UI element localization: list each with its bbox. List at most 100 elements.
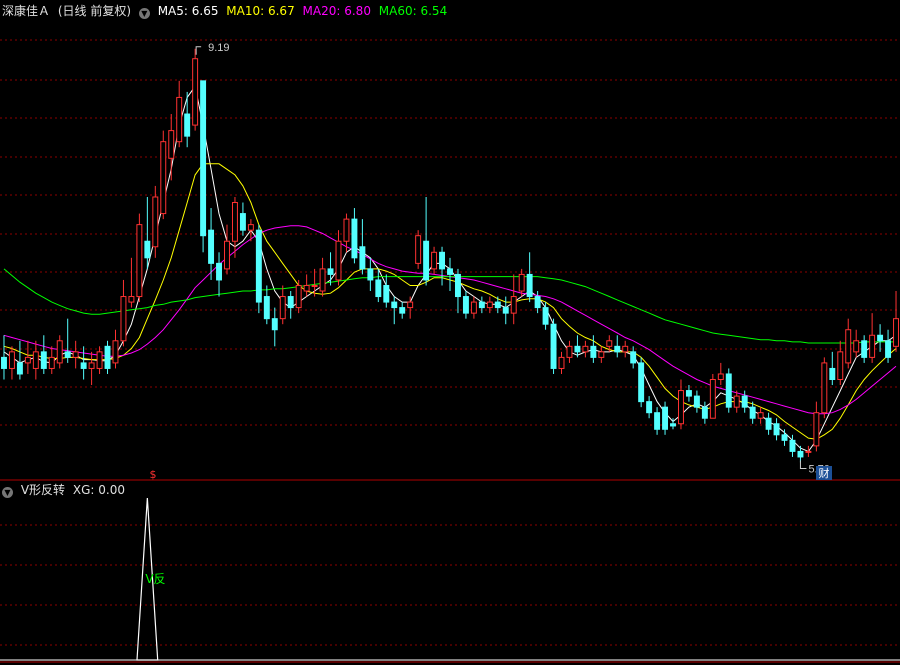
- indicator-header: ▼ V形反转 XG: 0.00: [2, 481, 129, 499]
- candle-body-up: [606, 340, 613, 347]
- candle-body-down: [16, 362, 23, 375]
- candle-body-down: [701, 406, 708, 419]
- candlestick: [813, 401, 820, 452]
- candle-body-down: [749, 406, 756, 419]
- candlestick: [630, 346, 637, 369]
- candlestick: [319, 257, 326, 297]
- candle-body-down: [526, 273, 533, 298]
- main-chart-header: 深康佳Ａ (日线 前复权) ▼ MA5: 6.65 MA10: 6.67 MA2…: [2, 2, 451, 20]
- v-reversal-signal-label: V反: [145, 572, 165, 586]
- candle-body-down: [478, 301, 485, 309]
- candle-body-down: [239, 213, 246, 231]
- candlestick: [32, 340, 39, 380]
- chevron-down-icon[interactable]: ▼: [138, 8, 150, 19]
- candlestick: [805, 445, 812, 457]
- candlestick: [685, 385, 692, 402]
- candlestick: [335, 230, 342, 286]
- candlestick: [638, 357, 645, 408]
- candlestick: [176, 80, 183, 148]
- candle-body-up: [733, 395, 740, 408]
- candle-body-down: [765, 417, 772, 430]
- candlestick: [255, 224, 262, 314]
- candle-body-down: [208, 229, 215, 264]
- candlestick: [582, 340, 589, 358]
- candle-body-down: [685, 390, 692, 397]
- candlestick: [80, 346, 87, 380]
- candlestick: [741, 390, 748, 413]
- candlestick: [287, 291, 294, 319]
- candlestick: [757, 407, 764, 424]
- candle-body-down: [200, 80, 207, 237]
- indicator-name[interactable]: V形反转: [21, 483, 65, 497]
- candle-body-down: [550, 323, 557, 369]
- candlestick: [701, 401, 708, 424]
- candlestick: [693, 390, 700, 413]
- candle-body-up: [582, 345, 589, 353]
- candle-body-up: [343, 218, 350, 242]
- candlestick: [431, 246, 438, 275]
- chart-canvas: 9.19 5.70 财 $ V反: [0, 39, 900, 663]
- candlestick: [231, 196, 238, 258]
- period-label[interactable]: (日线 前复权): [58, 4, 131, 18]
- candle-body-up: [415, 235, 422, 264]
- candlestick: [470, 296, 477, 319]
- candle-body-down: [662, 406, 669, 430]
- candlestick: [415, 230, 422, 269]
- candle-body-down: [439, 251, 446, 270]
- candle-body-down: [80, 362, 87, 369]
- candle-body-up: [112, 340, 119, 364]
- candlestick: [439, 246, 446, 286]
- candle-body-down: [885, 340, 892, 358]
- candlestick: [733, 390, 740, 413]
- candle-body-up: [470, 301, 477, 314]
- candlestick: [208, 208, 215, 280]
- candle-body-up: [303, 284, 310, 292]
- candle-body-down: [184, 113, 191, 137]
- dollar-mark: $: [150, 468, 157, 481]
- candlestick: [717, 362, 724, 386]
- candlestick: [343, 213, 350, 253]
- candle-body-up: [88, 362, 95, 369]
- candle-body-up: [224, 240, 230, 270]
- candle-body-up: [837, 351, 844, 381]
- candlestick: [566, 340, 573, 363]
- candlestick: [128, 257, 135, 308]
- candle-body-up: [56, 340, 63, 364]
- candle-body-up: [152, 196, 159, 248]
- candle-body-up: [176, 96, 183, 143]
- candle-body-down: [590, 345, 597, 358]
- candle-body-down: [670, 423, 676, 427]
- candlestick: [184, 91, 191, 148]
- candle-body-up: [717, 373, 724, 381]
- candlestick: [614, 335, 621, 358]
- candle-body-down: [741, 395, 748, 408]
- candle-body-down: [462, 296, 469, 314]
- candlestick: [869, 313, 876, 363]
- candle-body-down: [781, 434, 788, 441]
- candle-body-up: [8, 351, 15, 369]
- finance-badge[interactable]: 财: [816, 466, 832, 480]
- candlestick: [120, 279, 127, 347]
- candlestick: [423, 196, 430, 286]
- candlestick: [375, 268, 382, 303]
- chevron-down-icon[interactable]: ▼: [2, 487, 13, 498]
- candle-body-down: [391, 301, 398, 309]
- candle-body-up: [757, 412, 764, 419]
- candlestick: [725, 368, 732, 413]
- candle-body-up: [598, 351, 605, 358]
- stock-name: 深康佳Ａ: [2, 4, 51, 18]
- grid-lines: [0, 39, 900, 646]
- candlestick: [48, 346, 55, 374]
- candle-body-down: [494, 301, 501, 309]
- candlestick: [279, 285, 286, 325]
- candle-body-down: [287, 296, 294, 309]
- candle-body-down: [447, 268, 453, 275]
- candlestick: [96, 346, 103, 374]
- candlestick: [773, 418, 780, 441]
- candlestick: [622, 340, 629, 358]
- candle-body-down: [367, 268, 374, 281]
- candle-body-up: [510, 296, 517, 314]
- candle-body-up: [160, 141, 167, 215]
- ma60-legend: MA60: 6.54: [378, 4, 448, 18]
- candlestick: [646, 396, 653, 419]
